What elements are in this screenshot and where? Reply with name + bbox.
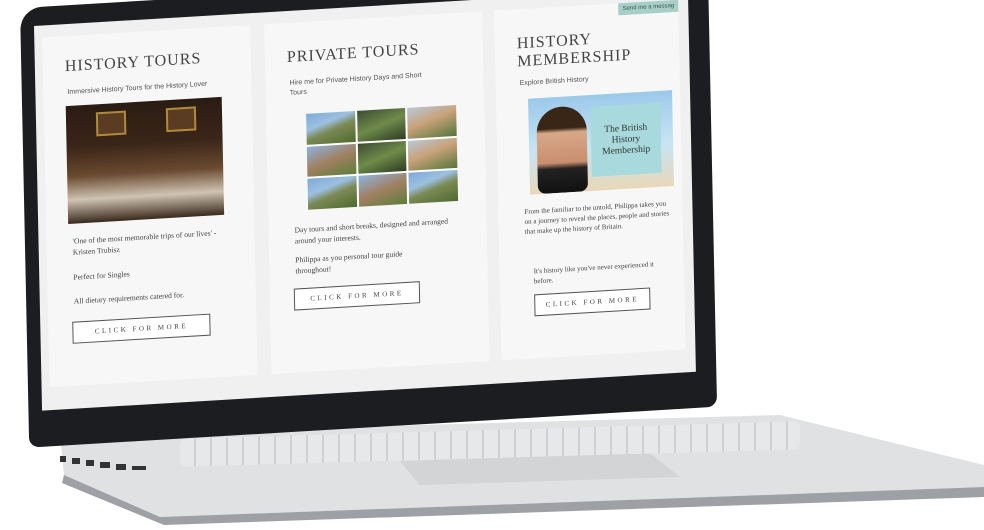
- guide-portrait: [536, 105, 589, 195]
- castle-photo: [306, 110, 356, 145]
- abbey-photo: [358, 173, 408, 207]
- history-tours-button[interactable]: CLICK FOR MORE: [72, 313, 211, 344]
- membership-logo-box: The British History Membership: [590, 102, 662, 177]
- membership-photo: The British History Membership: [528, 90, 675, 195]
- history-membership-subtitle: Explore British History: [519, 76, 589, 88]
- private-tours-body2: Philippa as you personal tour guide thro…: [295, 249, 403, 276]
- tower-photo: [408, 137, 458, 172]
- history-tours-line1: Perfect for Singles: [73, 269, 130, 282]
- send-message-tab[interactable]: Send me a messag: [618, 0, 679, 16]
- private-tours-subtitle: Hire me for Private History Days and Sho…: [289, 72, 422, 97]
- history-tours-line2: All dietary requirements catered for.: [73, 290, 185, 306]
- private-tours-title: PRIVATE TOURS: [286, 41, 420, 66]
- laptop-screen: HISTORY TOURS Immersive History Tours fo…: [34, 0, 696, 411]
- cathedral-photo: [408, 170, 459, 204]
- laptop-ports: [60, 456, 146, 470]
- country-house-photo: [307, 176, 357, 210]
- manor-photo: [407, 104, 457, 139]
- history-membership-button[interactable]: CLICK FOR MORE: [534, 287, 651, 317]
- history-membership-body2: It's history like you've never experienc…: [533, 260, 655, 286]
- private-tours-photo-grid: [306, 104, 459, 210]
- portrait-frame: [165, 106, 197, 133]
- private-tours-body1: Day tours and short breaks, designed and…: [294, 216, 449, 246]
- history-tours-subtitle: Immersive History Tours for the History …: [67, 80, 208, 97]
- garden-photo: [356, 107, 407, 142]
- history-membership-title: HISTORY MEMBERSHIP: [516, 30, 632, 71]
- history-tours-card: HISTORY TOURS Immersive History Tours fo…: [42, 25, 258, 388]
- history-tours-quote: 'One of the most memorable trips of our …: [72, 228, 217, 257]
- history-tours-photo: [65, 96, 225, 225]
- stone-ruin-photo: [357, 140, 407, 175]
- portrait-frame: [95, 110, 127, 137]
- history-tours-title: HISTORY TOURS: [64, 50, 202, 76]
- private-tours-card: PRIVATE TOURS Hire me for Private Histor…: [264, 11, 490, 374]
- tudor-house-photo: [306, 143, 357, 178]
- private-tours-button[interactable]: CLICK FOR MORE: [293, 281, 421, 311]
- history-membership-body1: From the familiar to the untold, Philipp…: [524, 199, 670, 236]
- history-membership-card: Send me a messag HISTORY MEMBERSHIP Expl…: [494, 0, 686, 361]
